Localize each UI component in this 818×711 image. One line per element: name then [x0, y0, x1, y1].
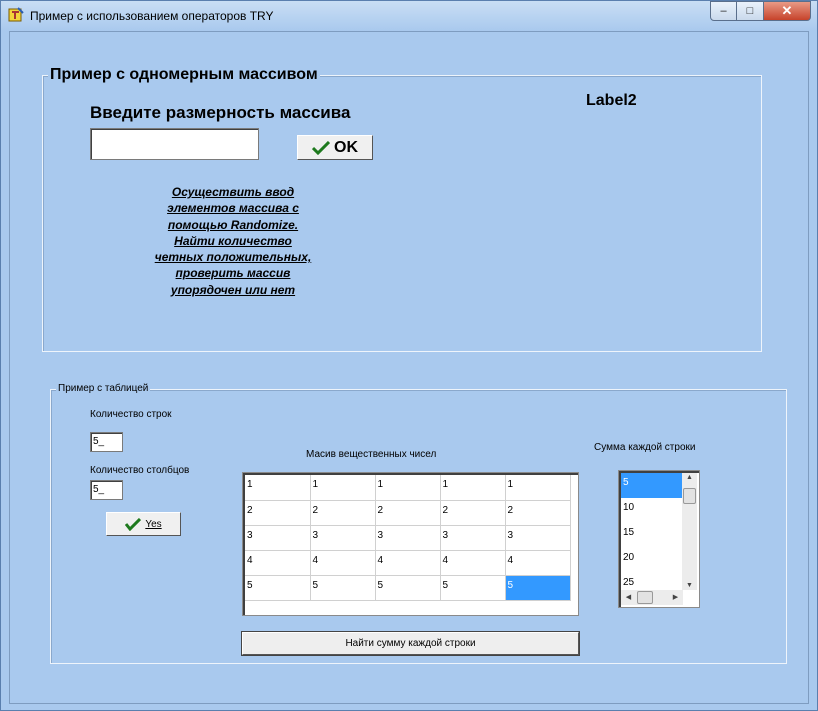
rows-count-input[interactable]: 5_ — [90, 432, 123, 452]
grid-cell[interactable]: 3 — [375, 525, 441, 551]
table-row: 3 3 3 3 3 — [245, 525, 571, 551]
list-item[interactable]: 10 — [621, 498, 683, 523]
scroll-down-icon[interactable]: ▼ — [682, 582, 697, 589]
close-button[interactable]: ✕ — [764, 1, 811, 21]
grid-cell[interactable]: 3 — [505, 525, 571, 551]
grid-cell[interactable]: 5 — [310, 575, 376, 601]
task-line: упорядочен или нет — [170, 282, 296, 297]
grid-cell[interactable]: 5 — [375, 575, 441, 601]
minimize-icon: – — [720, 5, 727, 17]
grid-cell[interactable]: 3 — [440, 525, 506, 551]
table-example-group: Пример с таблицей Количество строк 5_ Ко… — [50, 383, 787, 664]
table-row: 5 5 5 5 5 — [245, 575, 571, 601]
list-item[interactable]: 20 — [621, 548, 683, 573]
cols-count-input[interactable]: 5_ — [90, 480, 123, 500]
task-line: Найти количество — [174, 233, 292, 248]
check-icon — [312, 140, 330, 155]
table-row: 4 4 4 4 4 — [245, 550, 571, 576]
grid-cell[interactable]: 2 — [375, 500, 441, 526]
ok-button[interactable]: OK — [297, 135, 373, 160]
array-group-title: Пример с одномерным массивом — [48, 66, 320, 84]
vertical-scroll-thumb[interactable] — [683, 488, 696, 504]
grid-cell[interactable]: 4 — [375, 550, 441, 576]
grid-cell[interactable]: 1 — [375, 475, 441, 501]
array-size-label: Введите размерность массива — [90, 103, 351, 122]
table-row: 1 1 1 1 1 — [245, 475, 571, 501]
scroll-left-icon[interactable]: ◀ — [621, 593, 636, 601]
window-title: Пример с использованием операторов TRY — [30, 9, 274, 23]
grid-cell[interactable]: 1 — [310, 475, 376, 501]
title-bar[interactable]: Пример с использованием операторов TRY –… — [1, 1, 817, 31]
ok-button-label: OK — [334, 138, 358, 156]
grid-cell-selected[interactable]: 5 — [505, 575, 571, 601]
cols-count-label: Количество столбцов — [90, 465, 190, 476]
task-description: Осуществить ввод элементов массива с пом… — [138, 184, 328, 298]
grid-table: 1 1 1 1 1 2 2 2 2 2 3 3 3 3 3 4 4 4 4 4 … — [245, 475, 571, 601]
result-label: Label2 — [586, 92, 637, 109]
task-line: помощью Randomize. — [167, 217, 299, 232]
grid-cell[interactable]: 2 — [440, 500, 506, 526]
grid-cell[interactable]: 4 — [245, 550, 311, 576]
maximize-button[interactable]: □ — [737, 1, 764, 21]
grid-cell[interactable]: 4 — [505, 550, 571, 576]
table-group-title: Пример с таблицей — [56, 383, 151, 394]
grid-cell[interactable]: 2 — [505, 500, 571, 526]
grid-cell[interactable]: 2 — [245, 500, 311, 526]
task-line: четных положительных, — [154, 250, 312, 265]
close-icon: ✕ — [781, 3, 793, 18]
scroll-up-icon[interactable]: ▲ — [682, 474, 697, 481]
list-item[interactable]: 25 — [621, 573, 683, 590]
grid-cell[interactable]: 5 — [245, 575, 311, 601]
grid-cell[interactable]: 3 — [310, 525, 376, 551]
list-item[interactable]: 15 — [621, 523, 683, 548]
grid-cell[interactable]: 2 — [310, 500, 376, 526]
minimize-button[interactable]: – — [710, 1, 737, 21]
app-icon — [8, 7, 24, 22]
numbers-grid[interactable]: 1 1 1 1 1 2 2 2 2 2 3 3 3 3 3 4 4 4 4 4 … — [242, 472, 579, 616]
grid-cell[interactable]: 4 — [440, 550, 506, 576]
find-row-sums-button[interactable]: Найти сумму каждой строки — [241, 631, 580, 656]
horizontal-scrollbar[interactable]: ◀ ▶ — [621, 590, 683, 605]
check-icon — [125, 517, 142, 531]
grid-cell[interactable]: 4 — [310, 550, 376, 576]
grid-cell[interactable]: 1 — [440, 475, 506, 501]
rows-count-label: Количество строк — [90, 409, 172, 420]
grid-cell[interactable]: 3 — [245, 525, 311, 551]
grid-cell[interactable]: 1 — [505, 475, 571, 501]
list-item[interactable]: 5 — [621, 473, 683, 498]
scroll-right-icon[interactable]: ▶ — [668, 593, 683, 601]
form-client-area: Пример с одномерным массивом Введите раз… — [9, 31, 809, 704]
grid-cell[interactable]: 1 — [245, 475, 311, 501]
grid-cell[interactable]: 5 — [440, 575, 506, 601]
table-row: 2 2 2 2 2 — [245, 500, 571, 526]
grid-caption: Масив вещественных чисел — [306, 449, 437, 460]
main-window: Пример с использованием операторов TRY –… — [0, 0, 818, 711]
maximize-icon: □ — [746, 5, 754, 17]
row-sums-listbox[interactable]: 5 10 15 20 25 ▲ ▼ ◀ ▶ — [618, 470, 700, 608]
horizontal-scroll-thumb[interactable] — [637, 591, 653, 604]
yes-button[interactable]: Yes — [106, 512, 181, 536]
window-controls: – □ ✕ — [710, 1, 811, 21]
task-line: элементов массива с — [167, 201, 299, 216]
vertical-scrollbar[interactable]: ▲ ▼ — [682, 473, 697, 590]
task-line: Осуществить ввод — [171, 185, 295, 199]
array-size-input[interactable] — [90, 128, 259, 160]
sums-caption: Сумма каждой строки — [594, 442, 696, 453]
task-line: проверить массив — [175, 266, 291, 281]
yes-button-label: Yes — [145, 518, 162, 530]
